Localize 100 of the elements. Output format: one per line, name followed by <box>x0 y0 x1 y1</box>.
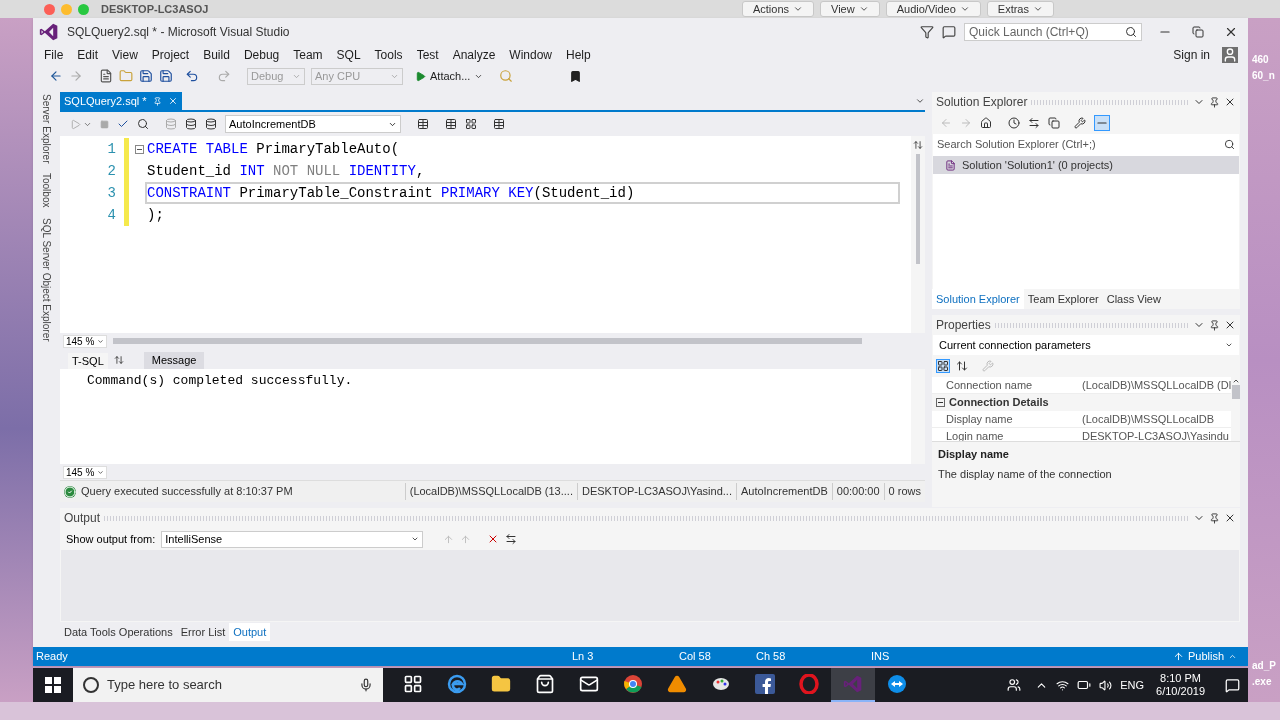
side-tab[interactable]: Server Explorer <box>39 94 54 164</box>
bookmark-icon[interactable] <box>569 69 583 83</box>
zoom-dropdown[interactable]: 145 % <box>63 334 107 348</box>
notifications-filter-icon[interactable] <box>920 25 934 39</box>
mail-icon[interactable] <box>579 674 599 694</box>
close-icon[interactable] <box>1224 25 1238 39</box>
sign-in-link[interactable]: Sign in <box>1173 46 1210 64</box>
pin-icon[interactable] <box>152 96 162 106</box>
menu-item[interactable]: Build <box>196 46 237 64</box>
feedback-icon[interactable] <box>942 25 956 39</box>
object-dropdown[interactable]: Current connection parameters <box>933 335 1239 355</box>
collapse-all-icon[interactable] <box>1048 117 1060 129</box>
sync-icon[interactable] <box>1028 117 1040 129</box>
people-icon[interactable] <box>1007 678 1022 692</box>
zoom-dropdown[interactable]: 145 % <box>63 465 107 479</box>
clock-time[interactable]: 8:10 PM <box>1160 672 1201 685</box>
swap-icon[interactable] <box>113 355 124 365</box>
clock-date[interactable]: 6/10/2019 <box>1156 685 1205 698</box>
menu-item[interactable]: Project <box>144 46 197 64</box>
grid-icon[interactable] <box>445 118 457 130</box>
results-tab[interactable]: Message <box>143 352 205 369</box>
account-icon[interactable] <box>1222 47 1238 63</box>
tab-list-icon[interactable] <box>915 96 925 106</box>
shopping-bag-icon[interactable] <box>535 674 555 694</box>
attach-button[interactable]: Attach... <box>415 67 484 85</box>
caret-icon <box>411 535 420 543</box>
new-file-icon[interactable] <box>99 69 113 83</box>
restore-icon[interactable] <box>1192 26 1204 38</box>
collapse-icon[interactable] <box>134 144 144 154</box>
quick-launch-field[interactable]: Quick Launch (Ctrl+Q) <box>964 23 1142 41</box>
results-pane-icon[interactable] <box>493 118 505 130</box>
close-icon[interactable] <box>1224 512 1236 524</box>
chrome-browser-icon[interactable] <box>623 674 643 694</box>
t-sql-tab[interactable]: T-SQL <box>68 353 108 369</box>
search-field[interactable]: Search Solution Explorer (Ctrl+;) <box>933 134 1239 154</box>
history-icon[interactable] <box>1008 117 1020 129</box>
menu-item[interactable]: Window <box>502 46 560 64</box>
scroll-up-icon[interactable] <box>1231 377 1240 385</box>
network-icon[interactable] <box>1056 678 1070 692</box>
tree-item[interactable]: Solution 'Solution1' (0 projects) <box>933 156 1239 174</box>
host-button[interactable]: Audio/Video <box>885 1 981 17</box>
host-button[interactable]: View <box>820 1 880 17</box>
host-button[interactable]: Extras <box>986 1 1054 17</box>
facebook-icon[interactable] <box>755 674 775 694</box>
property-name: Connection name <box>945 377 1034 393</box>
battery-icon[interactable] <box>1077 678 1092 692</box>
results-table-icon[interactable] <box>417 118 429 130</box>
menu-item[interactable]: Analyze <box>445 46 503 64</box>
windows-logo-icon[interactable] <box>45 677 61 693</box>
menu-item[interactable]: Help <box>559 46 598 64</box>
traffic-cone-icon[interactable] <box>667 674 687 694</box>
panel-tab[interactable]: Class View <box>1102 289 1165 309</box>
pin-icon[interactable] <box>1209 512 1220 524</box>
menu-item[interactable]: Test <box>409 46 446 64</box>
menu-item[interactable]: Team <box>286 46 330 64</box>
save-all-icon[interactable] <box>159 69 173 83</box>
properties-icon[interactable] <box>1074 117 1086 129</box>
undo-icon[interactable] <box>185 69 199 83</box>
bottom-tab[interactable]: Output <box>229 623 271 641</box>
panel-tab[interactable]: Team Explorer <box>1023 289 1103 309</box>
desktop-label: 460 <box>1252 53 1269 67</box>
side-tab[interactable]: Toolbox <box>39 173 54 208</box>
menu-item[interactable]: SQL <box>329 46 368 64</box>
menu-item[interactable]: Tools <box>367 46 410 64</box>
taskbar-search-field[interactable]: Type here to search <box>73 668 383 702</box>
language-indicator[interactable]: ENG <box>1120 676 1145 694</box>
categorized-icon[interactable] <box>936 359 950 373</box>
volume-icon[interactable] <box>1099 678 1113 692</box>
home-icon[interactable] <box>980 117 992 129</box>
close-icon[interactable] <box>1224 319 1236 331</box>
collapse-icon[interactable] <box>936 398 945 407</box>
bottom-tab[interactable]: Error List <box>176 623 230 641</box>
document-tab[interactable]: SQLQuery2.sql * <box>60 92 182 110</box>
word-wrap-icon[interactable] <box>505 533 518 545</box>
menu-item[interactable]: View <box>105 46 145 64</box>
scrollbar-thumb[interactable] <box>1231 385 1240 399</box>
bottom-tab[interactable]: Data Tools Operations <box>60 623 177 641</box>
host-button[interactable]: Actions <box>741 1 815 17</box>
opera-browser-icon[interactable] <box>799 674 819 694</box>
folder-icon[interactable] <box>491 674 511 694</box>
save-icon[interactable] <box>139 69 153 83</box>
panel-tab[interactable]: Solution Explorer <box>932 289 1024 309</box>
teamviewer-icon[interactable] <box>887 674 907 694</box>
output-source-dropdown[interactable]: IntelliSense <box>161 530 424 548</box>
status-field: 0 rows <box>883 483 925 500</box>
menu-item[interactable]: File <box>37 46 71 64</box>
parse-icon[interactable] <box>117 118 129 130</box>
solution-icon <box>945 159 956 171</box>
menu-item[interactable]: Edit <box>70 46 106 64</box>
edge-browser-icon[interactable] <box>447 674 467 694</box>
menu-item[interactable]: Debug <box>236 46 287 64</box>
publish-button[interactable]: Publish <box>1172 648 1237 665</box>
action-center-icon[interactable] <box>1225 677 1240 693</box>
pin-icon[interactable] <box>1209 319 1220 331</box>
database-dropdown[interactable]: AutoIncrementDB <box>225 115 401 133</box>
task-view-icon[interactable] <box>403 674 423 694</box>
back-icon[interactable] <box>49 69 63 83</box>
pin-icon[interactable] <box>1209 96 1220 108</box>
close-icon[interactable] <box>1224 96 1236 108</box>
side-tab[interactable]: SQL Server Object Explorer <box>39 217 54 342</box>
